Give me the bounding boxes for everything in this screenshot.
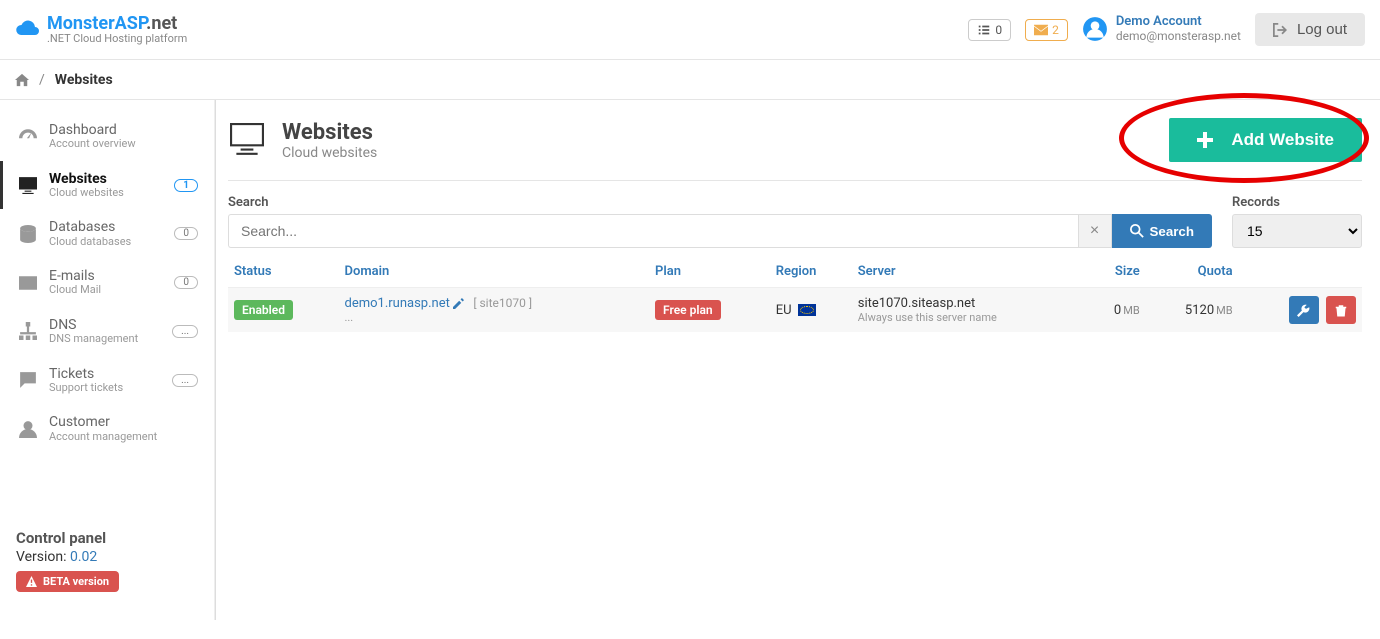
col-region[interactable]: Region: [770, 256, 852, 288]
logout-button[interactable]: Log out: [1255, 13, 1365, 46]
domain-link[interactable]: demo1.runasp.net: [345, 296, 450, 311]
sidebar: DashboardAccount overview WebsitesCloud …: [0, 100, 215, 620]
monitor-icon: [228, 123, 266, 157]
sidebar-item-databases[interactable]: DatabasesCloud databases 0: [0, 209, 214, 258]
search-label: Search: [228, 195, 1212, 210]
col-status[interactable]: Status: [228, 256, 339, 288]
control-panel-title: Control panel: [16, 529, 198, 547]
table-row: Enabled demo1.runasp.net [ site1070 ] ..…: [228, 288, 1362, 333]
badge: ...: [172, 374, 198, 387]
mail-indicator[interactable]: 2: [1025, 19, 1068, 41]
account-email: demo@monsterasp.net: [1116, 30, 1241, 44]
envelope-icon: [19, 276, 37, 290]
sidebar-item-dns[interactable]: DNSDNS management ...: [0, 307, 214, 356]
status-badge: Enabled: [234, 300, 293, 320]
mail-count: 2: [1052, 23, 1059, 37]
page-subtitle: Cloud websites: [282, 145, 1153, 161]
brand-tagline: .NET Cloud Hosting platform: [47, 33, 187, 45]
records-select[interactable]: 15: [1232, 214, 1362, 248]
chat-icon: [19, 371, 37, 389]
page-title: Websites: [282, 120, 1153, 145]
col-domain[interactable]: Domain: [339, 256, 650, 288]
eu-flag-icon: [798, 304, 816, 316]
envelope-icon: [1034, 24, 1048, 36]
network-icon: [19, 322, 37, 340]
sidebar-item-emails[interactable]: E-mailsCloud Mail 0: [0, 258, 214, 307]
col-size[interactable]: Size: [1087, 256, 1146, 288]
warning-icon: [26, 576, 37, 587]
database-icon: [19, 225, 37, 243]
breadcrumb: / Websites: [0, 60, 1380, 100]
logout-icon: [1273, 23, 1287, 37]
col-server[interactable]: Server: [852, 256, 1087, 288]
edit-icon[interactable]: [453, 298, 464, 309]
search-icon: [1130, 224, 1144, 238]
brand-name: MonsterASP.net: [47, 14, 187, 34]
plus-icon: [1197, 132, 1213, 148]
monitor-icon: [19, 176, 37, 194]
sidebar-item-customer[interactable]: CustomerAccount management: [0, 404, 214, 453]
col-quota[interactable]: Quota: [1146, 256, 1239, 288]
control-panel-version: Version: 0.02: [16, 549, 198, 565]
search-button[interactable]: Search: [1112, 214, 1212, 248]
server-note: Always use this server name: [858, 311, 1081, 324]
region-code: EU: [776, 303, 792, 318]
domain-meta: [ site1070 ]: [473, 296, 532, 310]
tasks-indicator[interactable]: 0: [968, 19, 1011, 41]
sidebar-item-tickets[interactable]: TicketsSupport tickets ...: [0, 356, 214, 405]
records-label: Records: [1232, 195, 1362, 210]
trash-icon: [1335, 304, 1347, 317]
list-icon: [977, 23, 991, 37]
home-icon[interactable]: [15, 73, 29, 87]
plan-badge: Free plan: [655, 300, 721, 320]
brand-logo[interactable]: MonsterASP.net .NET Cloud Hosting platfo…: [15, 14, 187, 46]
badge: ...: [172, 325, 198, 338]
sidebar-item-dashboard[interactable]: DashboardAccount overview: [0, 112, 214, 161]
account-name: Demo Account: [1116, 15, 1241, 30]
gauge-icon: [19, 127, 37, 145]
breadcrumb-current: Websites: [55, 72, 113, 88]
search-clear-button[interactable]: ×: [1078, 214, 1112, 248]
size-value: 0: [1114, 303, 1121, 318]
badge: 0: [174, 276, 198, 289]
user-icon: [19, 420, 37, 438]
beta-badge: BETA version: [16, 571, 119, 592]
cloud-icon: [15, 19, 41, 39]
wrench-icon: [1297, 304, 1310, 317]
search-input[interactable]: [228, 214, 1078, 248]
col-plan[interactable]: Plan: [649, 256, 770, 288]
sidebar-item-websites[interactable]: WebsitesCloud websites 1: [0, 161, 214, 210]
add-website-button[interactable]: Add Website: [1169, 118, 1362, 162]
badge: 1: [174, 179, 198, 192]
quota-value: 5120: [1185, 303, 1214, 318]
server-name: site1070.siteasp.net: [858, 296, 1081, 311]
badge: 0: [174, 227, 198, 240]
websites-table: Status Domain Plan Region Server Size Qu…: [228, 256, 1362, 332]
delete-button[interactable]: [1326, 296, 1356, 324]
manage-button[interactable]: [1289, 296, 1319, 324]
user-icon: [1082, 16, 1108, 42]
tasks-count: 0: [995, 23, 1002, 37]
account-menu[interactable]: Demo Account demo@monsterasp.net: [1082, 15, 1241, 44]
